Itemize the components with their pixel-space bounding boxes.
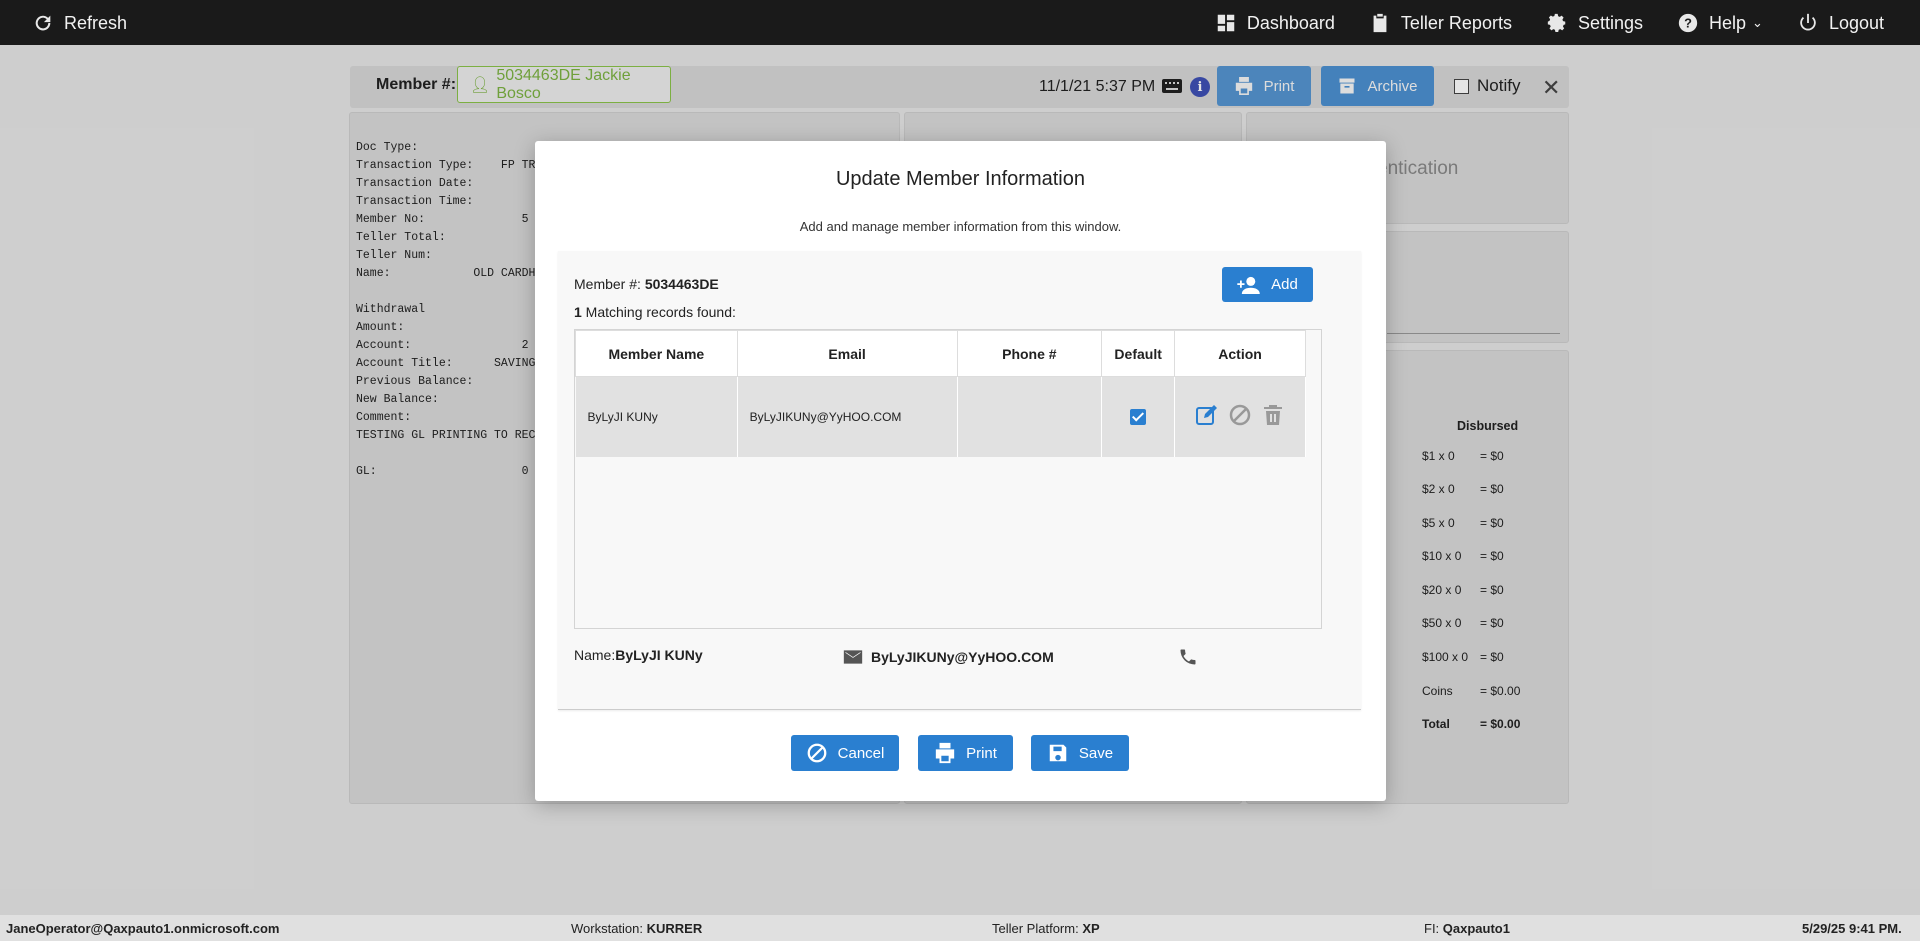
modal-print-button[interactable]: Print bbox=[918, 735, 1013, 771]
matching-records: 1 Matching records found: bbox=[574, 304, 736, 320]
status-platform: Teller Platform: XP bbox=[992, 921, 1100, 936]
action-cell bbox=[1174, 376, 1306, 457]
save-label: Save bbox=[1078, 744, 1114, 762]
logout-label: Logout bbox=[1828, 12, 1884, 33]
modal-subtitle: Add and manage member information from t… bbox=[799, 219, 1122, 234]
add-member-button[interactable]: Add bbox=[1222, 267, 1313, 302]
status-workstation: Workstation: KURRER bbox=[571, 921, 703, 936]
dashboard-label: Dashboard bbox=[1246, 12, 1335, 33]
logout-button[interactable]: Logout bbox=[1797, 12, 1884, 34]
status-fi: FI: Qaxpauto1 bbox=[1424, 921, 1510, 936]
column-header[interactable]: Email bbox=[736, 330, 958, 377]
printer-icon bbox=[935, 742, 955, 764]
dashboard-link[interactable]: Dashboard bbox=[1215, 12, 1335, 34]
phone-cell bbox=[957, 376, 1103, 457]
refresh-button[interactable]: Refresh bbox=[32, 12, 127, 34]
svg-text:?: ? bbox=[1684, 16, 1692, 31]
add-label: Add bbox=[1271, 276, 1298, 293]
help-icon: ? bbox=[1678, 13, 1698, 33]
top-nav-bar: Refresh Dashboard Teller Reports Setting… bbox=[0, 0, 1920, 45]
help-label: Help bbox=[1709, 12, 1747, 33]
block-icon[interactable] bbox=[1228, 403, 1252, 427]
column-header[interactable]: Default bbox=[1101, 330, 1176, 377]
print-label: Print bbox=[966, 744, 997, 762]
column-header[interactable]: Phone # bbox=[956, 330, 1103, 377]
cancel-button[interactable]: Cancel bbox=[791, 735, 899, 771]
column-header[interactable]: Action bbox=[1174, 330, 1306, 377]
settings-label: Settings bbox=[1577, 12, 1643, 33]
cancel-label: Cancel bbox=[837, 744, 885, 762]
update-member-modal: Update Member Information Add and manage… bbox=[535, 141, 1386, 801]
default-checkbox[interactable] bbox=[1130, 408, 1147, 425]
cancel-icon bbox=[807, 743, 827, 763]
column-header[interactable]: Member Name bbox=[575, 330, 738, 377]
teller-reports-label: Teller Reports bbox=[1400, 12, 1512, 33]
trash-icon[interactable] bbox=[1261, 403, 1285, 427]
detail-name: Name: ByLyJI KUNy bbox=[574, 647, 703, 663]
power-icon bbox=[1800, 13, 1816, 31]
modal-body: Member #: 5034463DE 1 Matching records f… bbox=[558, 251, 1361, 710]
detail-email: ByLyJIKUNy@YyHOO.COM bbox=[843, 647, 1054, 667]
clipboard-icon bbox=[1373, 13, 1387, 33]
member-number: Member #: 5034463DE bbox=[574, 276, 719, 292]
detail-phone bbox=[1178, 647, 1198, 667]
edit-icon[interactable] bbox=[1195, 403, 1219, 427]
default-cell bbox=[1101, 376, 1176, 457]
help-menu[interactable]: ? Help ⌄ bbox=[1677, 12, 1763, 34]
refresh-label: Refresh bbox=[64, 12, 128, 33]
chevron-down-icon: ⌄ bbox=[1752, 15, 1763, 30]
settings-link[interactable]: Settings bbox=[1546, 12, 1643, 34]
add-person-icon bbox=[1237, 276, 1260, 294]
gear-icon bbox=[1547, 13, 1566, 32]
status-bar: JaneOperator@Qaxpauto1.onmicrosoft.com W… bbox=[0, 915, 1920, 941]
status-user: JaneOperator@Qaxpauto1.onmicrosoft.com bbox=[6, 921, 280, 936]
mail-icon bbox=[843, 650, 863, 664]
member-records-table: Member Name Email Phone # Default Action… bbox=[574, 329, 1322, 629]
teller-reports-link[interactable]: Teller Reports bbox=[1369, 12, 1512, 34]
save-icon bbox=[1049, 744, 1067, 762]
table-row[interactable]: ByLyJI KUNy ByLyJIKUNy@YyHOO.COM bbox=[575, 376, 1306, 457]
member-name-cell: ByLyJI KUNy bbox=[575, 376, 738, 457]
dashboard-icon bbox=[1217, 14, 1235, 32]
save-button[interactable]: Save bbox=[1031, 735, 1129, 771]
modal-title: Update Member Information bbox=[835, 168, 1085, 190]
phone-icon[interactable] bbox=[1178, 647, 1198, 667]
refresh-icon bbox=[35, 15, 51, 31]
email-cell: ByLyJIKUNy@YyHOO.COM bbox=[737, 376, 958, 457]
status-datetime: 5/29/25 9:41 PM. bbox=[1802, 921, 1902, 936]
table-header-row: Member Name Email Phone # Default Action bbox=[575, 330, 1306, 377]
